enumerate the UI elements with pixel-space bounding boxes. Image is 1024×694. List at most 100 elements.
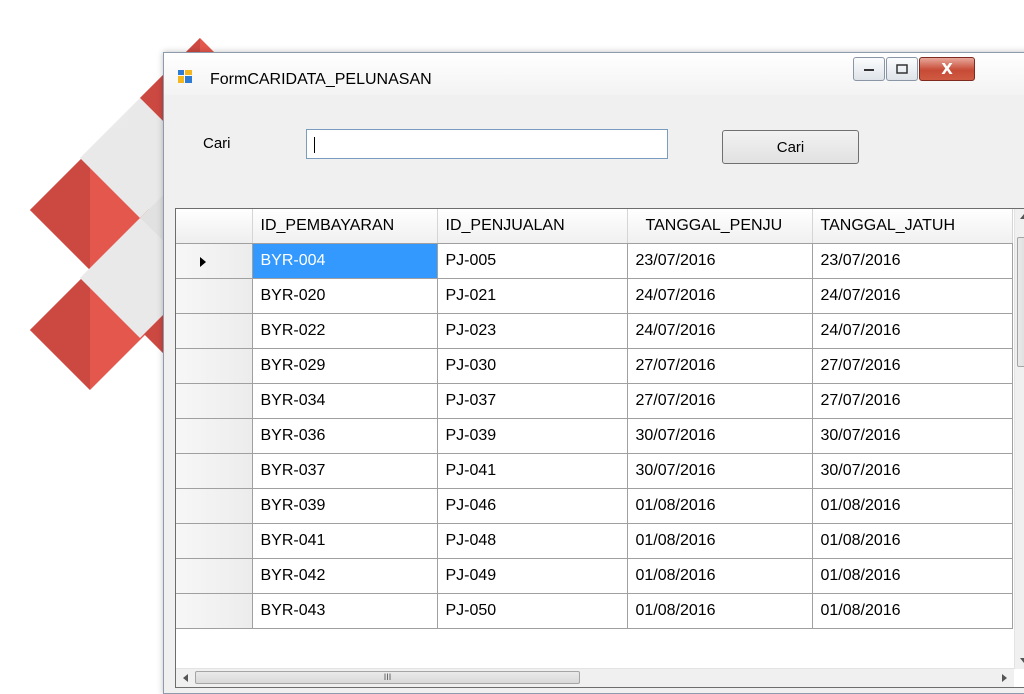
row-header[interactable] bbox=[176, 383, 253, 419]
cell-id-penjualan[interactable]: PJ-023 bbox=[437, 313, 628, 349]
logo-diamond-left-low-shade bbox=[30, 270, 90, 390]
row-header[interactable] bbox=[176, 523, 253, 559]
scroll-left-icon[interactable] bbox=[183, 674, 188, 682]
form-window: FormCARIDATA_PELUNASAN X Cari Cari ID_PE… bbox=[163, 52, 1024, 694]
cell-tanggal-jatuh[interactable]: 30/07/2016 bbox=[812, 418, 1013, 454]
cell-id-pembayaran[interactable]: BYR-036 bbox=[252, 418, 438, 454]
cell-tanggal-jatuh[interactable]: 01/08/2016 bbox=[812, 523, 1013, 559]
cell-id-penjualan[interactable]: PJ-037 bbox=[437, 383, 628, 419]
cell-id-penjualan[interactable]: PJ-049 bbox=[437, 558, 628, 594]
cell-tanggal-penju[interactable]: 01/08/2016 bbox=[627, 593, 813, 629]
scroll-right-icon[interactable] bbox=[1002, 674, 1007, 682]
cell-id-pembayaran[interactable]: BYR-039 bbox=[252, 488, 438, 524]
table-row[interactable]: BYR-034 PJ-037 27/07/2016 27/07/2016 bbox=[176, 383, 1013, 419]
title-bar[interactable]: FormCARIDATA_PELUNASAN X bbox=[164, 53, 1024, 95]
table-row[interactable]: BYR-036 PJ-039 30/07/2016 30/07/2016 bbox=[176, 418, 1013, 454]
column-header-id-penjualan[interactable]: ID_PENJUALAN bbox=[437, 209, 628, 244]
vertical-scrollbar[interactable] bbox=[1014, 209, 1024, 669]
row-header[interactable] bbox=[176, 348, 253, 384]
cell-id-pembayaran[interactable]: BYR-020 bbox=[252, 278, 438, 314]
form-icon bbox=[178, 70, 192, 83]
cell-tanggal-jatuh[interactable]: 27/07/2016 bbox=[812, 383, 1013, 419]
cell-tanggal-jatuh[interactable]: 24/07/2016 bbox=[812, 278, 1013, 314]
table-row[interactable]: BYR-039 PJ-046 01/08/2016 01/08/2016 bbox=[176, 488, 1013, 524]
header-corner[interactable] bbox=[176, 209, 253, 244]
search-input[interactable] bbox=[306, 129, 668, 159]
cell-tanggal-jatuh[interactable]: 01/08/2016 bbox=[812, 558, 1013, 594]
cell-tanggal-jatuh[interactable]: 01/08/2016 bbox=[812, 593, 1013, 629]
cell-id-penjualan[interactable]: PJ-030 bbox=[437, 348, 628, 384]
cell-tanggal-penju[interactable]: 30/07/2016 bbox=[627, 418, 813, 454]
row-header[interactable] bbox=[176, 593, 253, 629]
row-header[interactable] bbox=[176, 313, 253, 349]
logo-diamond-left bbox=[30, 150, 150, 270]
table-row[interactable]: BYR-042 PJ-049 01/08/2016 01/08/2016 bbox=[176, 558, 1013, 594]
cell-id-penjualan[interactable]: PJ-005 bbox=[437, 243, 628, 279]
cell-id-pembayaran[interactable]: BYR-034 bbox=[252, 383, 438, 419]
cell-id-penjualan[interactable]: PJ-046 bbox=[437, 488, 628, 524]
row-header[interactable] bbox=[176, 243, 253, 279]
search-label: Cari bbox=[203, 135, 231, 152]
table-row[interactable]: BYR-029 PJ-030 27/07/2016 27/07/2016 bbox=[176, 348, 1013, 384]
data-grid[interactable]: ID_PEMBAYARAN ID_PENJUALAN TANGGAL_PENJU… bbox=[175, 208, 1024, 688]
row-header[interactable] bbox=[176, 453, 253, 489]
table-body: BYR-004 PJ-005 23/07/2016 23/07/2016 BYR-020… bbox=[176, 243, 1013, 629]
cell-id-penjualan[interactable]: PJ-021 bbox=[437, 278, 628, 314]
cell-id-pembayaran[interactable]: BYR-041 bbox=[252, 523, 438, 559]
cell-tanggal-penju[interactable]: 01/08/2016 bbox=[627, 523, 813, 559]
cell-id-pembayaran[interactable]: BYR-043 bbox=[252, 593, 438, 629]
cell-id-pembayaran[interactable]: BYR-037 bbox=[252, 453, 438, 489]
cell-tanggal-penju[interactable]: 27/07/2016 bbox=[627, 383, 813, 419]
cell-id-pembayaran[interactable]: BYR-042 bbox=[252, 558, 438, 594]
column-header-id-pembayaran[interactable]: ID_PEMBAYARAN bbox=[252, 209, 438, 244]
cell-tanggal-jatuh[interactable]: 30/07/2016 bbox=[812, 453, 1013, 489]
cell-id-penjualan[interactable]: PJ-039 bbox=[437, 418, 628, 454]
cell-id-penjualan[interactable]: PJ-048 bbox=[437, 523, 628, 559]
close-icon: X bbox=[941, 60, 953, 78]
scroll-up-icon[interactable] bbox=[1020, 214, 1024, 219]
table-row[interactable]: BYR-020 PJ-021 24/07/2016 24/07/2016 bbox=[176, 278, 1013, 314]
data-table: ID_PEMBAYARAN ID_PENJUALAN TANGGAL_PENJU… bbox=[176, 209, 1013, 629]
table-row[interactable]: BYR-004 PJ-005 23/07/2016 23/07/2016 bbox=[176, 243, 1013, 279]
maximize-icon bbox=[896, 64, 908, 74]
row-header[interactable] bbox=[176, 488, 253, 524]
search-button[interactable]: Cari bbox=[722, 130, 859, 164]
logo-diamond-left-shade bbox=[30, 150, 90, 270]
cell-id-pembayaran[interactable]: BYR-004 bbox=[252, 243, 438, 279]
cell-tanggal-penju[interactable]: 01/08/2016 bbox=[627, 488, 813, 524]
horizontal-scrollbar[interactable]: III bbox=[176, 668, 1014, 687]
row-pointer-icon bbox=[200, 256, 206, 267]
cell-id-penjualan[interactable]: PJ-041 bbox=[437, 453, 628, 489]
row-header[interactable] bbox=[176, 418, 253, 454]
column-header-tanggal-penju[interactable]: TANGGAL_PENJU bbox=[627, 209, 813, 244]
row-header[interactable] bbox=[176, 558, 253, 594]
cell-id-penjualan[interactable]: PJ-050 bbox=[437, 593, 628, 629]
cell-tanggal-penju[interactable]: 24/07/2016 bbox=[627, 313, 813, 349]
table-row[interactable]: BYR-043 PJ-050 01/08/2016 01/08/2016 bbox=[176, 593, 1013, 629]
cell-id-pembayaran[interactable]: BYR-029 bbox=[252, 348, 438, 384]
maximize-button[interactable] bbox=[886, 57, 918, 81]
cell-tanggal-penju[interactable]: 01/08/2016 bbox=[627, 558, 813, 594]
column-header-tanggal-jatuh[interactable]: TANGGAL_JATUH bbox=[812, 209, 1013, 244]
scroll-down-icon[interactable] bbox=[1020, 658, 1024, 663]
table-row[interactable]: BYR-037 PJ-041 30/07/2016 30/07/2016 bbox=[176, 453, 1013, 489]
logo-diamond-left-low bbox=[30, 270, 150, 390]
minimize-icon bbox=[864, 69, 874, 71]
vertical-scroll-thumb[interactable] bbox=[1017, 237, 1024, 367]
scroll-grip-icon: III bbox=[383, 672, 392, 682]
cell-tanggal-jatuh[interactable]: 24/07/2016 bbox=[812, 313, 1013, 349]
table-row[interactable]: BYR-022 PJ-023 24/07/2016 24/07/2016 bbox=[176, 313, 1013, 349]
cell-tanggal-penju[interactable]: 30/07/2016 bbox=[627, 453, 813, 489]
table-row[interactable]: BYR-041 PJ-048 01/08/2016 01/08/2016 bbox=[176, 523, 1013, 559]
close-button[interactable]: X bbox=[919, 57, 975, 81]
cell-tanggal-penju[interactable]: 27/07/2016 bbox=[627, 348, 813, 384]
cell-tanggal-jatuh[interactable]: 01/08/2016 bbox=[812, 488, 1013, 524]
cell-tanggal-jatuh[interactable]: 27/07/2016 bbox=[812, 348, 1013, 384]
cell-tanggal-jatuh[interactable]: 23/07/2016 bbox=[812, 243, 1013, 279]
row-header[interactable] bbox=[176, 278, 253, 314]
minimize-button[interactable] bbox=[853, 57, 885, 81]
cell-tanggal-penju[interactable]: 23/07/2016 bbox=[627, 243, 813, 279]
horizontal-scroll-thumb[interactable]: III bbox=[195, 671, 580, 684]
cell-tanggal-penju[interactable]: 24/07/2016 bbox=[627, 278, 813, 314]
cell-id-pembayaran[interactable]: BYR-022 bbox=[252, 313, 438, 349]
